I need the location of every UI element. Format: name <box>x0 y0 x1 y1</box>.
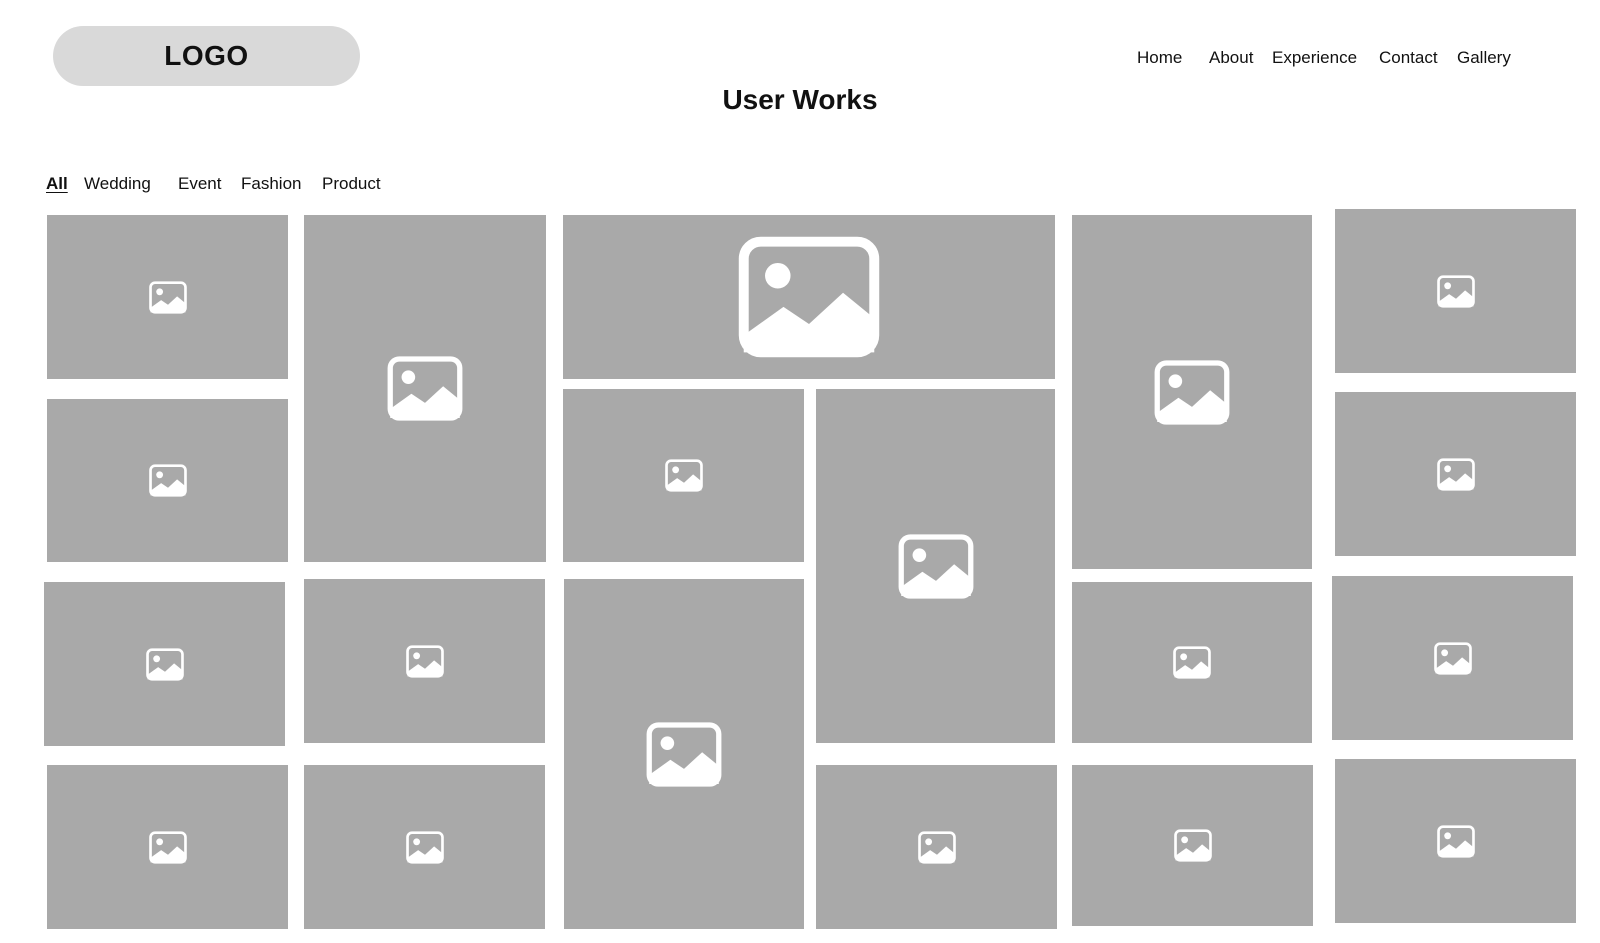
gallery-image-tile[interactable] <box>816 765 1057 929</box>
gallery-image-tile[interactable] <box>47 215 288 379</box>
image-placeholder-icon <box>1173 829 1212 862</box>
gallery-image-tile[interactable] <box>1072 765 1313 926</box>
gallery-image-tile[interactable] <box>563 389 804 562</box>
image-placeholder-icon <box>646 721 722 787</box>
image-placeholder-icon <box>405 644 444 678</box>
image-placeholder-icon <box>1433 641 1472 675</box>
filter-event[interactable]: Event <box>178 174 221 194</box>
gallery-image-tile[interactable] <box>47 399 288 562</box>
filter-wedding[interactable]: Wedding <box>84 174 151 194</box>
gallery-image-tile[interactable] <box>1335 209 1576 373</box>
image-placeholder-icon <box>148 280 187 314</box>
gallery-image-tile[interactable] <box>1072 215 1312 569</box>
nav-about-link[interactable]: About <box>1209 48 1253 68</box>
image-placeholder-icon <box>1436 274 1475 308</box>
image-placeholder-icon <box>387 356 463 421</box>
gallery-image-tile[interactable] <box>563 215 1055 379</box>
page-title: User Works <box>722 84 878 115</box>
nav-gallery-link[interactable]: Gallery <box>1457 48 1511 68</box>
filter-all[interactable]: All <box>46 174 68 194</box>
gallery-image-tile[interactable] <box>47 765 288 929</box>
image-placeholder-icon <box>898 533 973 599</box>
nav-home-link[interactable]: Home <box>1137 48 1182 68</box>
image-placeholder-icon <box>1173 646 1211 679</box>
image-placeholder-icon <box>148 464 187 497</box>
image-placeholder-icon <box>145 647 184 681</box>
gallery-image-tile[interactable] <box>564 579 804 929</box>
gallery-image-tile[interactable] <box>44 582 285 746</box>
nav-experience-link[interactable]: Experience <box>1272 48 1357 68</box>
image-placeholder-icon <box>405 830 444 864</box>
filter-product[interactable]: Product <box>322 174 381 194</box>
gallery-image-tile[interactable] <box>1072 582 1312 743</box>
image-placeholder-icon <box>664 459 703 492</box>
gallery-image-tile[interactable] <box>1332 576 1573 740</box>
gallery-image-tile[interactable] <box>1335 392 1576 556</box>
gallery-image-tile[interactable] <box>304 765 545 929</box>
image-placeholder-icon <box>1436 824 1475 858</box>
filter-fashion[interactable]: Fashion <box>241 174 301 194</box>
gallery-image-tile[interactable] <box>1335 759 1576 923</box>
logo[interactable]: LOGO <box>53 26 360 86</box>
image-placeholder-icon <box>917 830 956 864</box>
image-placeholder-icon <box>1154 359 1230 425</box>
image-placeholder-icon <box>148 830 187 864</box>
nav-contact-link[interactable]: Contact <box>1379 48 1438 68</box>
image-placeholder-icon <box>738 236 880 358</box>
gallery-image-tile[interactable] <box>816 389 1055 743</box>
gallery-image-tile[interactable] <box>304 579 545 743</box>
image-placeholder-icon <box>1436 457 1475 491</box>
gallery-image-tile[interactable] <box>304 215 546 562</box>
